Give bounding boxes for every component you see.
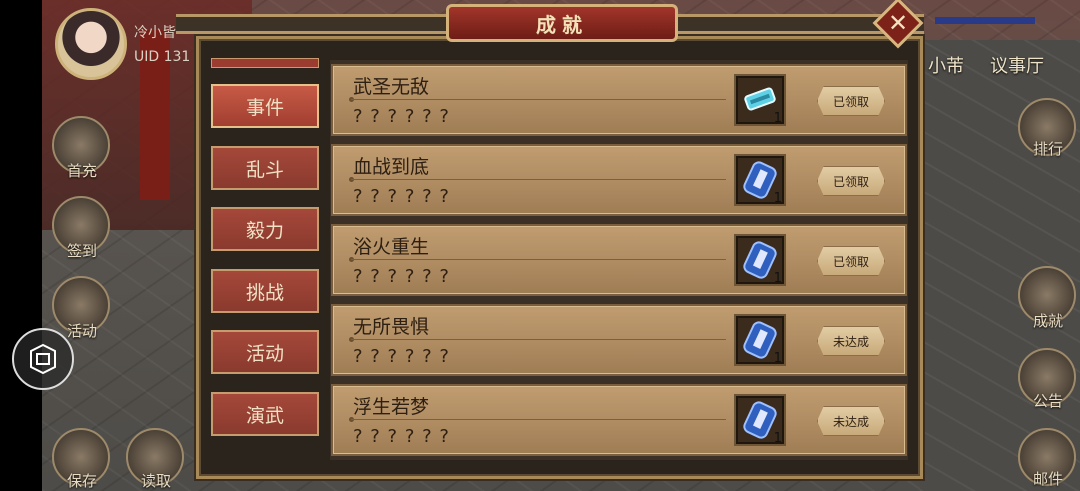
save-label: 保存	[66, 472, 97, 490]
achievement-name: 无所畏惧	[353, 316, 430, 338]
modal-title-plate: 成就	[446, 4, 678, 42]
reward-count: 1	[773, 111, 782, 126]
reward-slot[interactable]: 1	[734, 234, 786, 286]
divider-line	[351, 179, 726, 180]
claimed-button[interactable]: 已领取	[817, 166, 885, 196]
claimed-button[interactable]: 已领取	[817, 246, 885, 276]
left-black-bar	[0, 0, 42, 491]
floating-menu-button[interactable]	[12, 328, 74, 390]
title-ornament-left	[176, 14, 446, 34]
close-icon: ✕	[887, 9, 909, 37]
tab-activity[interactable]: 活动	[211, 330, 319, 374]
first-recharge-label: 首充	[66, 162, 97, 180]
reward-count: 1	[773, 431, 782, 446]
player-uid: UID 131	[134, 49, 191, 65]
sign-in-label: 签到	[66, 242, 97, 260]
achievement-name: 浴火重生	[353, 236, 430, 258]
tab-perseverance[interactable]: 毅力	[211, 207, 319, 251]
achievement-desc: ? ? ? ? ? ?	[353, 346, 450, 367]
tab-events[interactable]: 事件	[211, 84, 319, 128]
reward-slot[interactable]: 1	[734, 154, 786, 206]
not-achieved-button[interactable]: 未达成	[817, 406, 885, 436]
achievement-desc: ? ? ? ? ? ?	[353, 426, 450, 447]
achievement-name: 血战到底	[353, 156, 430, 178]
ranking-label: 排行	[1032, 140, 1063, 158]
tab-scroll-indicator	[211, 58, 319, 68]
achievement-name: 浮生若梦	[353, 396, 430, 418]
divider-line	[351, 419, 726, 420]
notice-label: 公告	[1032, 392, 1063, 410]
player-avatar[interactable]	[55, 8, 127, 80]
nav-item-council-hall[interactable]: 议事厅	[990, 52, 1044, 78]
load-label: 读取	[140, 472, 171, 490]
claimed-button[interactable]: 已领取	[817, 86, 885, 116]
tab-martial-drill[interactable]: 演武	[211, 392, 319, 436]
not-achieved-button[interactable]: 未达成	[817, 326, 885, 356]
achievement-row: 武圣无敌 ? ? ? ? ? ? 1 已领取	[331, 64, 907, 136]
divider-line	[351, 339, 726, 340]
tab-brawl[interactable]: 乱斗	[211, 146, 319, 190]
reward-count: 1	[773, 351, 782, 366]
nav-item-xiaofei[interactable]: 小芾	[928, 52, 964, 78]
mail-label: 邮件	[1032, 470, 1063, 488]
divider-line	[351, 99, 726, 100]
achievement-row: 浮生若梦 ? ? ? ? ? ? 1 未达成	[331, 384, 907, 456]
achievement-label: 成就	[1032, 312, 1063, 330]
achievement-desc: ? ? ? ? ? ?	[353, 106, 450, 127]
divider-line	[351, 259, 726, 260]
achievement-row: 浴火重生 ? ? ? ? ? ? 1 已领取	[331, 224, 907, 296]
achievement-desc: ? ? ? ? ? ?	[353, 266, 450, 287]
achievement-row: 无所畏惧 ? ? ? ? ? ? 1 未达成	[331, 304, 907, 376]
reward-slot[interactable]: 1	[734, 314, 786, 366]
modal-title: 成就	[536, 12, 588, 37]
reward-count: 1	[773, 271, 782, 286]
reward-slot[interactable]: 1	[734, 74, 786, 126]
player-name: 冷小皆	[134, 25, 176, 41]
reward-count: 1	[773, 191, 782, 206]
achievement-desc: ? ? ? ? ? ?	[353, 186, 450, 207]
tab-challenge[interactable]: 挑战	[211, 269, 319, 313]
achievement-row: 血战到底 ? ? ? ? ? ? 1 已领取	[331, 144, 907, 216]
achievement-name: 武圣无敌	[353, 76, 430, 98]
reward-slot[interactable]: 1	[734, 394, 786, 446]
floating-menu-icon	[30, 343, 56, 375]
progress-bar	[935, 17, 1035, 24]
